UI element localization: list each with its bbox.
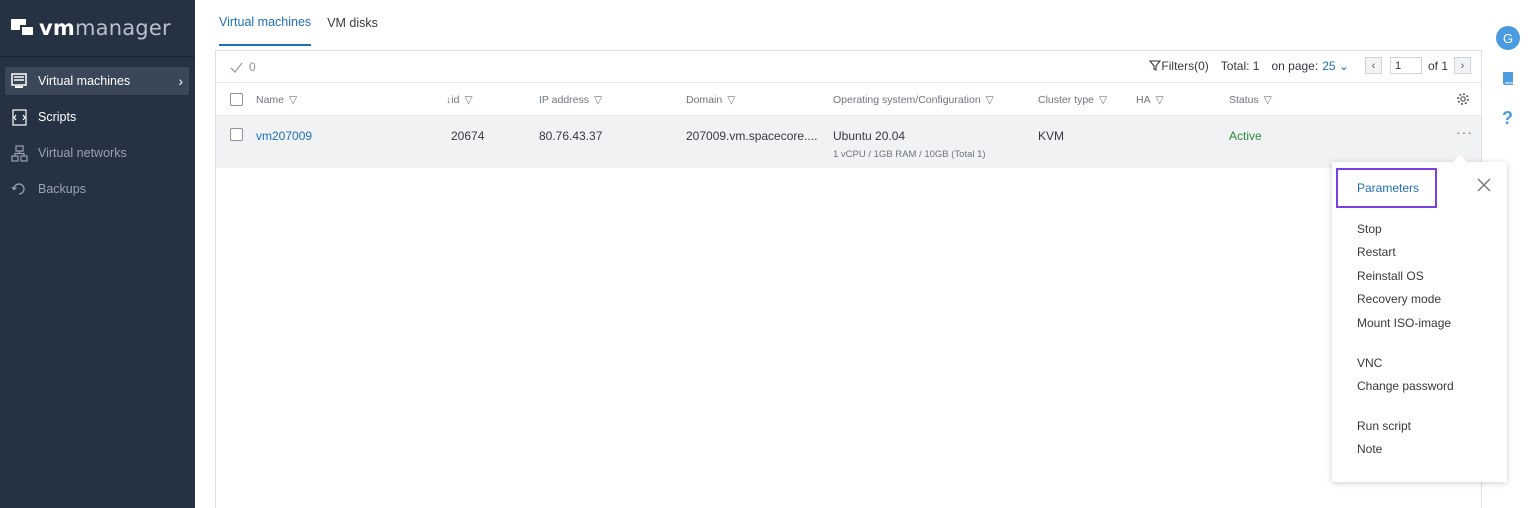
- menu-item-vnc[interactable]: VNC: [1357, 356, 1382, 370]
- of-label: of 1: [1427, 58, 1448, 73]
- vm-name-link[interactable]: vm207009: [256, 129, 312, 143]
- column-header-status[interactable]: Status ▽: [1229, 94, 1272, 106]
- sidebar-item-backups[interactable]: Backups: [5, 175, 189, 203]
- vm-config: 1 vCPU / 1GB RAM / 10GB (Total 1): [833, 149, 986, 160]
- chevron-right-icon: ›: [178, 73, 183, 89]
- table-toolbar: 0 Filters(0) Total: 1 on page: 25 ⌄ ‹ of…: [216, 51, 1481, 83]
- column-header-name[interactable]: Name ▽: [256, 94, 297, 106]
- sidebar-item-label: Scripts: [38, 110, 77, 124]
- table-row[interactable]: vm207009 20674 80.76.43.37 207009.vm.spa…: [216, 116, 1481, 168]
- vm-ip: 80.76.43.37: [539, 129, 603, 143]
- sidebar-item-virtual-machines[interactable]: Virtual machines ›: [5, 67, 189, 95]
- table-settings-gear-icon[interactable]: [1456, 92, 1470, 109]
- tab-bar: Virtual machines VM disks: [219, 0, 394, 46]
- script-icon: [10, 108, 28, 126]
- pagination-controls: Filters(0) Total: 1 on page: 25 ⌄ ‹ of 1…: [1149, 57, 1471, 74]
- next-page-button[interactable]: ›: [1454, 57, 1471, 74]
- sidebar-item-virtual-networks[interactable]: Virtual networks: [5, 139, 189, 167]
- menu-item-stop[interactable]: Stop: [1357, 222, 1382, 236]
- sidebar-item-label: Virtual networks: [38, 146, 127, 160]
- sidebar-nav: Virtual machines › Scripts Virtual netwo…: [0, 57, 195, 203]
- filter-icon[interactable]: ▽: [594, 94, 602, 106]
- menu-item-parameters[interactable]: Parameters: [1336, 168, 1437, 208]
- vm-domain: 207009.vm.spacecore....: [686, 129, 818, 143]
- logo[interactable]: vmmanager: [0, 0, 195, 57]
- column-header-cluster[interactable]: Cluster type ▽: [1038, 94, 1107, 106]
- total-count: Total: 1: [1220, 58, 1260, 73]
- page-number-input[interactable]: [1389, 57, 1422, 74]
- on-page-select[interactable]: 25 ⌄: [1322, 59, 1349, 73]
- column-header-ha[interactable]: HA ▽: [1136, 94, 1164, 106]
- prev-page-button[interactable]: ‹: [1364, 57, 1382, 74]
- filter-icon[interactable]: ▽: [289, 94, 297, 106]
- backup-icon: [10, 180, 28, 198]
- right-rail: G ?: [1486, 0, 1536, 508]
- filter-icon[interactable]: ▽: [464, 94, 472, 106]
- chevron-left-icon: ‹: [1371, 59, 1376, 72]
- filter-icon[interactable]: ▽: [1099, 94, 1107, 106]
- menu-item-recovery-mode[interactable]: Recovery mode: [1357, 292, 1441, 306]
- filter-icon[interactable]: ▽: [1264, 94, 1272, 106]
- row-actions-menu: Parameters Stop Restart Reinstall OS Rec…: [1332, 155, 1507, 482]
- vm-cluster-type: KVM: [1038, 129, 1065, 143]
- vm-os: Ubuntu 20.04: [833, 129, 906, 143]
- menu-item-change-password[interactable]: Change password: [1357, 379, 1454, 393]
- check-icon: [230, 62, 243, 73]
- column-header-os[interactable]: Operating system/Configuration ▽: [833, 94, 994, 106]
- menu-item-reinstall-os[interactable]: Reinstall OS: [1357, 269, 1424, 283]
- row-actions-more-icon[interactable]: ···: [1456, 124, 1473, 140]
- filter-icon[interactable]: ▽: [1156, 94, 1164, 106]
- vm-id: 20674: [451, 129, 485, 143]
- menu-item-run-script[interactable]: Run script: [1357, 419, 1411, 433]
- logo-text: vmmanager: [39, 16, 171, 40]
- select-all-checkbox[interactable]: [230, 93, 243, 106]
- help-icon[interactable]: ?: [1502, 108, 1513, 129]
- sidebar-item-label: Backups: [38, 182, 86, 196]
- tab-virtual-machines[interactable]: Virtual machines: [219, 0, 312, 46]
- column-header-ip[interactable]: IP address ▽: [539, 94, 602, 106]
- sidebar: vmmanager Virtual machines › Scripts Vir…: [0, 0, 195, 508]
- bookmark-icon[interactable]: [1501, 71, 1515, 89]
- logo-icon: [11, 19, 35, 37]
- filters-button[interactable]: Filters(0): [1149, 59, 1209, 73]
- network-icon: [10, 144, 28, 162]
- selected-count: 0: [230, 60, 256, 74]
- sidebar-item-label: Virtual machines: [38, 74, 131, 88]
- column-header-id[interactable]: ↓ id ▽: [446, 94, 473, 106]
- row-checkbox[interactable]: [230, 128, 243, 141]
- chevron-down-icon: ⌄: [1338, 58, 1349, 73]
- vm-list-icon: [10, 72, 28, 90]
- avatar[interactable]: G: [1496, 26, 1520, 50]
- table-header: Name ▽ ↓ id ▽ IP address ▽ Domain ▽ Operating…: [216, 83, 1481, 116]
- filter-funnel-icon: [1149, 60, 1162, 71]
- tab-vm-disks[interactable]: VM disks: [327, 0, 378, 46]
- on-page-label: on page:: [1271, 58, 1319, 73]
- menu-item-note[interactable]: Note: [1357, 442, 1382, 456]
- chevron-right-icon: ›: [1460, 59, 1465, 72]
- column-header-domain[interactable]: Domain ▽: [686, 94, 735, 106]
- status-badge: Active: [1229, 129, 1262, 143]
- vm-table-panel: 0 Filters(0) Total: 1 on page: 25 ⌄ ‹ of…: [215, 50, 1482, 508]
- sidebar-item-scripts[interactable]: Scripts: [5, 103, 189, 131]
- filter-icon[interactable]: ▽: [986, 94, 994, 106]
- filter-icon[interactable]: ▽: [727, 94, 735, 106]
- menu-item-restart[interactable]: Restart: [1357, 245, 1396, 259]
- menu-item-mount-iso[interactable]: Mount ISO-image: [1357, 316, 1451, 330]
